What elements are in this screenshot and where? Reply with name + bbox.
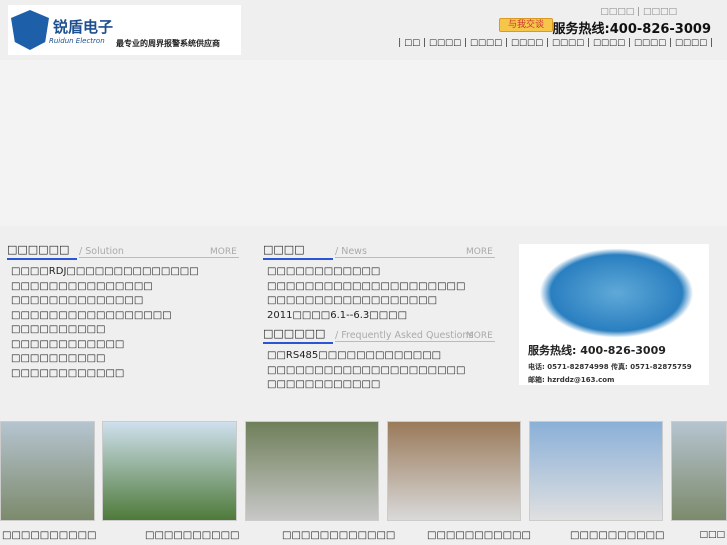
list-item[interactable]: □□□□□□□□□□□□ [11,367,199,382]
top-link[interactable]: □□□□ [643,7,677,17]
list-item[interactable]: □□□□□□□□□□□□ [11,338,199,353]
list-item[interactable]: □□□□□□□□□□□□□□□□□□□□□ [267,280,465,295]
list-item[interactable]: □□□□RDJ□□□□□□□□□□□□□□ [11,265,199,280]
logo-name: 锐盾电子 [53,17,114,36]
qq-chat-button[interactable]: 与我交谈 [499,18,553,32]
nav-item[interactable]: □□□□ [634,38,666,48]
product-photo[interactable] [102,421,237,521]
top-link[interactable]: □□□□ [600,7,634,17]
top-links: □□□□ | □□□□ [600,7,677,17]
main-nav: | □□ | □□□□ | □□□□ | □□□□ | □□□□ | □□□□ | □□□□ … [398,38,713,48]
contact-phone: 电话: 0571-82874998 传真: 0571-82875759 [528,363,692,371]
photo-caption[interactable]: □□□ [699,530,725,540]
contact-card: 服务热线: 400-826-3009 电话: 0571-82874998 传真:… [519,244,709,385]
nav-item[interactable]: □□□□ [552,38,584,48]
product-photo[interactable] [671,421,727,521]
nav-item[interactable]: □□□□ [511,38,543,48]
solution-title: □□□□□□ [7,243,77,260]
list-item[interactable]: □□□□□□□□□□□□□□□□□ [11,309,199,324]
list-item[interactable]: □□□□□□□□□□□□□□□ [11,280,199,295]
faq-more-link[interactable]: MORE [466,331,493,341]
shield-logo-icon [11,10,49,50]
list-item[interactable]: □□□□□□□□□□ [11,352,199,367]
logo[interactable]: 锐盾电子 Ruidun Electron 最专业的周界报警系统供应商 [8,5,241,55]
product-photo[interactable] [387,421,521,521]
photo-caption[interactable]: □□□□□□□□□□ [570,530,664,541]
nav-item[interactable]: □□ [404,38,420,48]
slogan: 最专业的周界报警系统供应商 [116,39,221,48]
list-item[interactable]: □□□□□□□□□□□□ [267,378,465,393]
nav-item[interactable]: □□□□ [593,38,625,48]
news-more-link[interactable]: MORE [466,247,493,257]
nav-item[interactable]: □□□□ [470,38,502,48]
nav-item[interactable]: □□□□ [429,38,461,48]
faq-list: □□RS485□□□□□□□□□□□□□ □□□□□□□□□□□□□□□□□□□… [267,349,465,393]
contact-email: 邮箱: hzrddz@163.com [528,376,615,384]
list-item[interactable]: □□□□□□□□□□□□ [267,265,465,280]
hotline: 服务热线:400-826-3009 [552,22,711,37]
photo-caption[interactable]: □□□□□□□□□□ [145,530,239,541]
faq-title: □□□□□□ [263,327,333,344]
photo-caption[interactable]: □□□□□□□□□□ [2,530,96,541]
list-item[interactable]: □□□□□□□□□□ [11,323,199,338]
world-map-icon [539,248,694,338]
product-photo[interactable] [529,421,663,521]
list-item[interactable]: □□RS485□□□□□□□□□□□□□ [267,349,465,364]
product-photo[interactable] [245,421,379,521]
nav-item[interactable]: □□□□ [675,38,707,48]
photo-caption[interactable]: □□□□□□□□□□□□ [282,530,395,541]
product-photo[interactable] [0,421,95,521]
solution-more-link[interactable]: MORE [210,247,237,257]
list-item[interactable]: 2011□□□□6.1--6.3□□□□ [267,309,465,324]
news-list: □□□□□□□□□□□□ □□□□□□□□□□□□□□□□□□□□□ □□□□□… [267,265,465,323]
photo-caption[interactable]: □□□□□□□□□□□ [427,530,531,541]
list-item[interactable]: □□□□□□□□□□□□□□□□□□□□□ [267,364,465,379]
list-item[interactable]: □□□□□□□□□□□□□□ [11,294,199,309]
solution-list: □□□□RDJ□□□□□□□□□□□□□□ □□□□□□□□□□□□□□□ □□… [11,265,199,381]
news-title: □□□□ [263,243,333,260]
logo-en: Ruidun Electron [49,36,105,45]
contact-hotline: 服务热线: 400-826-3009 [528,344,666,357]
list-item[interactable]: □□□□□□□□□□□□□□□□□□ [267,294,465,309]
banner [0,60,727,226]
